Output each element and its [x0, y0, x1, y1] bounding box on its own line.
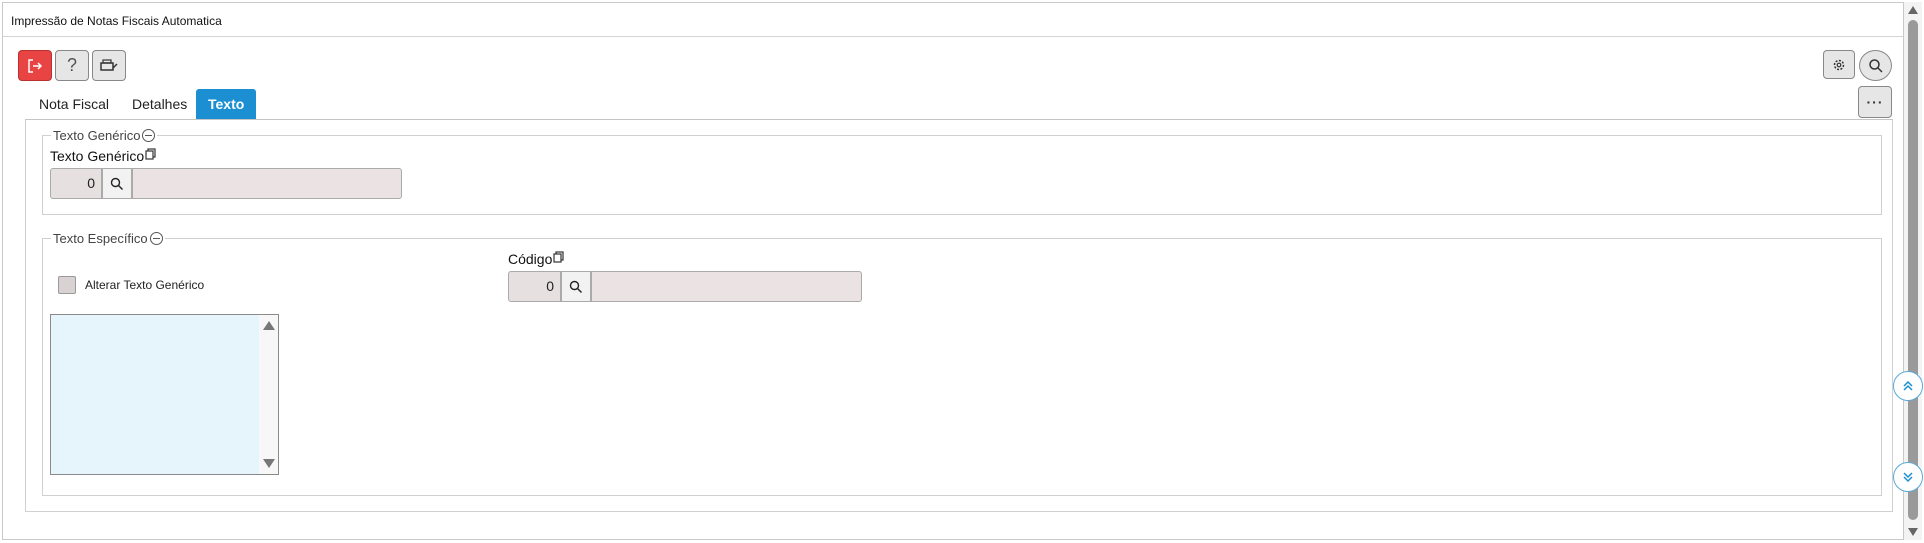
double-chevron-up-icon [1903, 380, 1913, 391]
scroll-up-icon[interactable] [1908, 6, 1918, 14]
main-window: Impressão de Notas Fiscais Automatica ? … [2, 2, 1904, 540]
copy-icon[interactable] [553, 251, 564, 263]
alter-generic-text-checkbox[interactable] [58, 276, 76, 294]
specific-text-legend[interactable]: Texto Específico [51, 231, 165, 246]
generic-text-description-input[interactable] [132, 168, 402, 199]
more-options-button[interactable]: ··· [1858, 86, 1892, 118]
more-icon: ··· [1866, 94, 1884, 110]
help-icon: ? [66, 55, 77, 75]
search-icon [1868, 58, 1883, 73]
generic-text-field-label: Texto Genérico [50, 148, 156, 164]
code-field-label: Código [508, 251, 564, 267]
collapse-icon[interactable] [142, 129, 156, 142]
tab-texto[interactable]: Texto [196, 89, 257, 119]
search-button[interactable] [1859, 50, 1892, 81]
printer-icon [100, 58, 118, 71]
generic-text-legend-label: Texto Genérico [53, 128, 141, 143]
copy-icon[interactable] [145, 148, 156, 160]
generic-text-fieldset: Texto Genérico Texto Genérico 0 [42, 128, 1882, 215]
title-bar: Impressão de Notas Fiscais Automatica [3, 3, 1903, 37]
specific-text-legend-label: Texto Específico [53, 231, 148, 246]
scroll-to-bottom-button[interactable] [1893, 462, 1923, 492]
gear-icon [1833, 59, 1845, 70]
window-title: Impressão de Notas Fiscais Automatica [11, 14, 222, 28]
code-label-text: Código [508, 251, 553, 267]
code-input[interactable]: 0 [508, 271, 561, 302]
scroll-down-icon[interactable] [1908, 528, 1918, 536]
exit-button[interactable] [18, 50, 52, 81]
page-scrollbar[interactable] [1904, 2, 1922, 540]
textarea-scrollbar[interactable] [259, 315, 278, 474]
double-chevron-down-icon [1903, 472, 1913, 483]
generic-text-label-text: Texto Genérico [50, 148, 145, 164]
collapse-icon[interactable] [149, 232, 163, 245]
tab-nota-fiscal[interactable]: Nota Fiscal [27, 89, 121, 119]
help-button[interactable]: ? [55, 50, 89, 81]
scroll-to-top-button[interactable] [1893, 371, 1923, 401]
alter-generic-text-label: Alterar Texto Genérico [85, 278, 205, 292]
settings-button[interactable] [1823, 50, 1855, 79]
specific-text-textarea[interactable] [50, 314, 279, 475]
specific-text-fieldset: Texto Específico Alterar Texto Genérico … [42, 231, 1882, 496]
tab-detalhes[interactable]: Detalhes [120, 89, 199, 119]
exit-icon [28, 58, 43, 73]
search-icon [110, 177, 123, 190]
generic-text-legend[interactable]: Texto Genérico [51, 128, 158, 143]
code-search-button[interactable] [561, 271, 591, 302]
code-description-input[interactable] [591, 271, 862, 302]
search-icon [569, 280, 582, 293]
generic-text-search-button[interactable] [102, 168, 132, 199]
print-button[interactable] [92, 50, 126, 81]
scroll-up-icon[interactable] [263, 321, 275, 330]
scroll-down-icon[interactable] [263, 459, 275, 468]
scrollbar-thumb[interactable] [1908, 20, 1918, 520]
generic-text-code-input[interactable]: 0 [50, 168, 102, 199]
tab-content: Texto Genérico Texto Genérico 0 Texto Es… [25, 120, 1893, 512]
